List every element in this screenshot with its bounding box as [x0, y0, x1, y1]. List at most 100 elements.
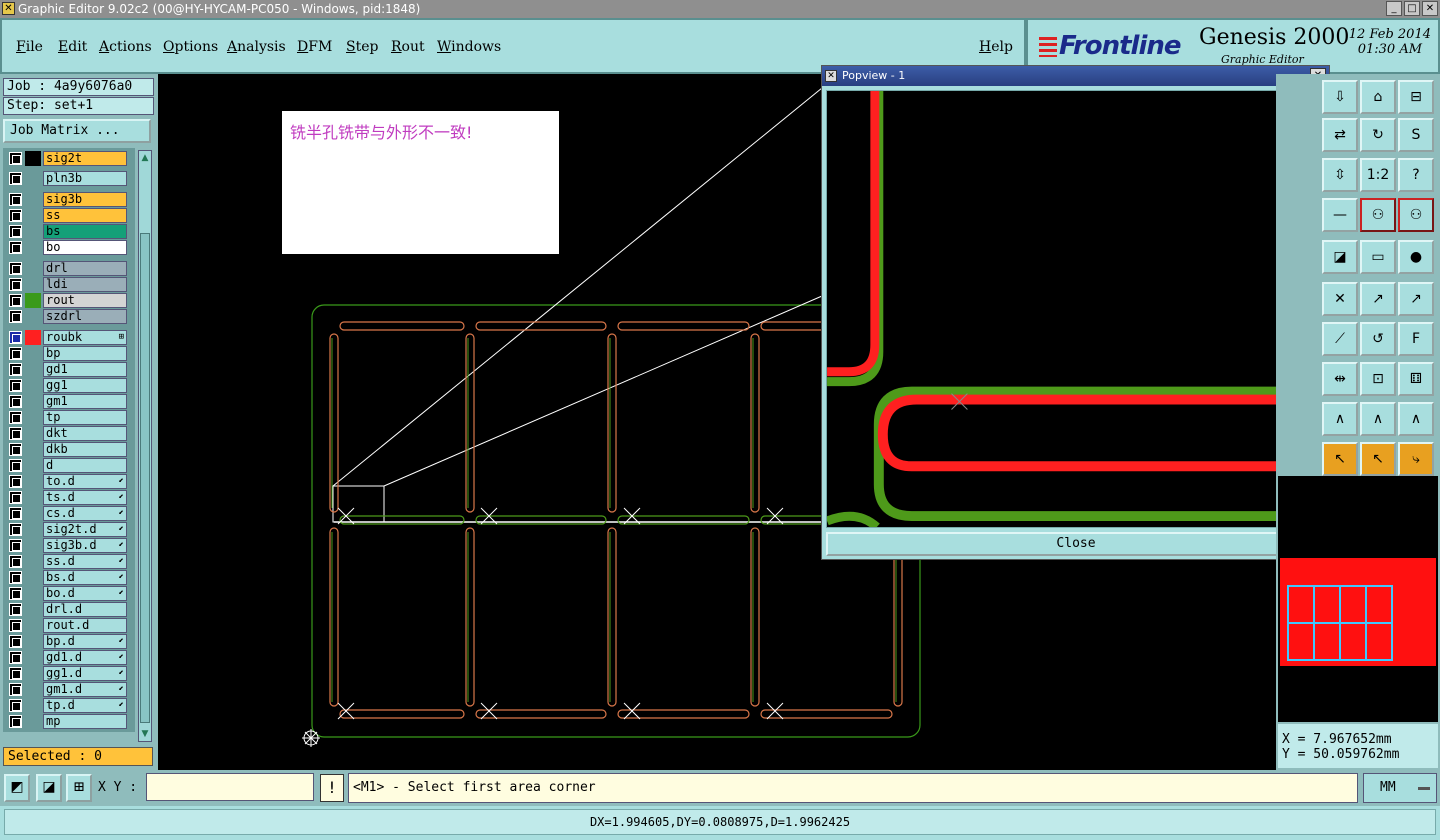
scroll-thumb[interactable] — [140, 233, 150, 723]
scroll-down-icon[interactable]: ▼ — [140, 728, 150, 740]
close-icon[interactable]: ✕ — [1422, 1, 1438, 16]
layer-list-scrollbar[interactable]: ▲ ▼ — [138, 150, 152, 742]
layer-checkbox[interactable] — [9, 491, 22, 504]
layer-checkbox[interactable] — [9, 587, 22, 600]
layer-name[interactable]: bp.d ⬋ — [43, 634, 127, 649]
layer-checkbox[interactable] — [9, 715, 22, 728]
layer-row-bs[interactable]: bs — [7, 224, 127, 239]
job-matrix-button[interactable]: Job Matrix ... — [3, 119, 151, 143]
menu-help[interactable]: Help — [979, 39, 1013, 55]
layer-color-swatch[interactable] — [25, 634, 41, 649]
layer-checkbox[interactable] — [9, 278, 22, 291]
layer-checkbox[interactable] — [9, 172, 22, 185]
layer-color-swatch[interactable] — [25, 293, 41, 308]
layer-name[interactable]: gg1 — [43, 378, 127, 393]
layer-row-gd1[interactable]: gd1 — [7, 362, 127, 377]
layer-row-ss-d[interactable]: ss.d ⬋ — [7, 554, 127, 569]
layer-checkbox[interactable] — [9, 475, 22, 488]
layer-color-swatch[interactable] — [25, 682, 41, 697]
layer-name[interactable]: rout — [43, 293, 127, 308]
layer-checkbox[interactable] — [9, 411, 22, 424]
menu-file[interactable]: File — [16, 39, 43, 55]
line-icon[interactable]: — — [1322, 198, 1358, 232]
arch-alt-icon[interactable]: ∧ — [1360, 402, 1396, 436]
layer-color-swatch[interactable] — [25, 277, 41, 292]
layer-color-swatch[interactable] — [25, 362, 41, 377]
layer-name[interactable]: bo — [43, 240, 127, 255]
layer-row-tp[interactable]: tp — [7, 410, 127, 425]
layer-color-swatch[interactable] — [25, 171, 41, 186]
layer-checkbox[interactable] — [9, 667, 22, 680]
popview-canvas[interactable] — [826, 90, 1288, 528]
export-icon[interactable]: ⇩ — [1322, 80, 1358, 114]
layer-color-swatch[interactable] — [25, 224, 41, 239]
layer-checkbox[interactable] — [9, 635, 22, 648]
overview-map[interactable] — [1278, 476, 1438, 722]
layer-color-swatch[interactable] — [25, 538, 41, 553]
layer-name[interactable]: to.d ⬋ — [43, 474, 127, 489]
layer-name[interactable]: bp — [43, 346, 127, 361]
layer-checkbox[interactable] — [9, 427, 22, 440]
layer-checkbox[interactable] — [9, 603, 22, 616]
layer-row-ldi[interactable]: ldi — [7, 277, 127, 292]
select-alt-icon[interactable]: ↖ — [1360, 442, 1396, 476]
layer-name[interactable]: bs.d ⬋ — [43, 570, 127, 585]
layer-color-swatch[interactable] — [25, 151, 41, 166]
layer-checkbox[interactable] — [9, 555, 22, 568]
layer-name[interactable]: ss.d ⬋ — [43, 554, 127, 569]
pad-icon[interactable]: ● — [1398, 240, 1434, 274]
layer-color-swatch[interactable] — [25, 650, 41, 665]
layer-color-swatch[interactable] — [25, 522, 41, 537]
layer-row-roubk[interactable]: roubk ⊞ — [7, 330, 127, 345]
layer-row-gg1[interactable]: gg1 — [7, 378, 127, 393]
arch-icon[interactable]: ∧ — [1322, 402, 1358, 436]
layer-color-swatch[interactable] — [25, 394, 41, 409]
layer-row-bo-d[interactable]: bo.d ⬋ — [7, 586, 127, 601]
help-icon[interactable]: ? — [1398, 158, 1434, 192]
move-point-icon[interactable]: ↗ — [1360, 282, 1396, 316]
layer-checkbox[interactable] — [9, 347, 22, 360]
layer-row-dkb[interactable]: dkb — [7, 442, 127, 457]
layer-row-pln3b[interactable]: pln3b — [7, 171, 127, 186]
layer-name[interactable]: sig2t.d ⬋ — [43, 522, 127, 537]
layer-name[interactable]: mp — [43, 714, 127, 729]
scroll-up-icon[interactable]: ▲ — [140, 152, 150, 164]
layer-name[interactable]: pln3b — [43, 171, 127, 186]
layer-checkbox[interactable] — [9, 571, 22, 584]
layer-color-swatch[interactable] — [25, 208, 41, 223]
layer-checkbox[interactable] — [9, 523, 22, 536]
layer-color-swatch[interactable] — [25, 506, 41, 521]
layer-checkbox[interactable] — [9, 443, 22, 456]
font-icon[interactable]: F — [1398, 322, 1434, 356]
layer-name[interactable]: cs.d ⬋ — [43, 506, 127, 521]
layer-name[interactable]: gm1.d ⬋ — [43, 682, 127, 697]
menu-dfm[interactable]: DFM — [297, 39, 332, 55]
menu-options[interactable]: Options — [163, 39, 218, 55]
split-icon[interactable]: ⇹ — [1322, 362, 1358, 396]
layer-checkbox[interactable] — [9, 152, 22, 165]
popview-close-button[interactable]: Close — [826, 532, 1326, 556]
layer-row-sig2t[interactable]: sig2t — [7, 151, 127, 166]
layer-row-gm1-d[interactable]: gm1.d ⬋ — [7, 682, 127, 697]
layer-color-swatch[interactable] — [25, 490, 41, 505]
path-icon[interactable]: ⤷ — [1398, 442, 1434, 476]
layer-checkbox[interactable] — [9, 619, 22, 632]
layer-name[interactable]: dkb — [43, 442, 127, 457]
layer-color-swatch[interactable] — [25, 698, 41, 713]
layer-color-swatch[interactable] — [25, 474, 41, 489]
layer-color-swatch[interactable] — [25, 240, 41, 255]
layer-name[interactable]: gg1.d ⬋ — [43, 666, 127, 681]
arch-arrow-icon[interactable]: ∧ — [1398, 402, 1434, 436]
layer-name[interactable]: sig2t — [43, 151, 127, 166]
layer-checkbox[interactable] — [9, 209, 22, 222]
layer-checkbox[interactable] — [9, 363, 22, 376]
menu-actions[interactable]: Actions — [99, 39, 152, 55]
layer-row-sig3b[interactable]: sig3b — [7, 192, 127, 207]
minimize-icon[interactable]: _ — [1386, 1, 1402, 16]
layer-color-swatch[interactable] — [25, 378, 41, 393]
menu-edit[interactable]: Edit — [58, 39, 87, 55]
layer-color-swatch[interactable] — [25, 426, 41, 441]
layer-name[interactable]: dkt — [43, 426, 127, 441]
layer-row-drl-d[interactable]: drl.d — [7, 602, 127, 617]
layer-checkbox[interactable] — [9, 539, 22, 552]
